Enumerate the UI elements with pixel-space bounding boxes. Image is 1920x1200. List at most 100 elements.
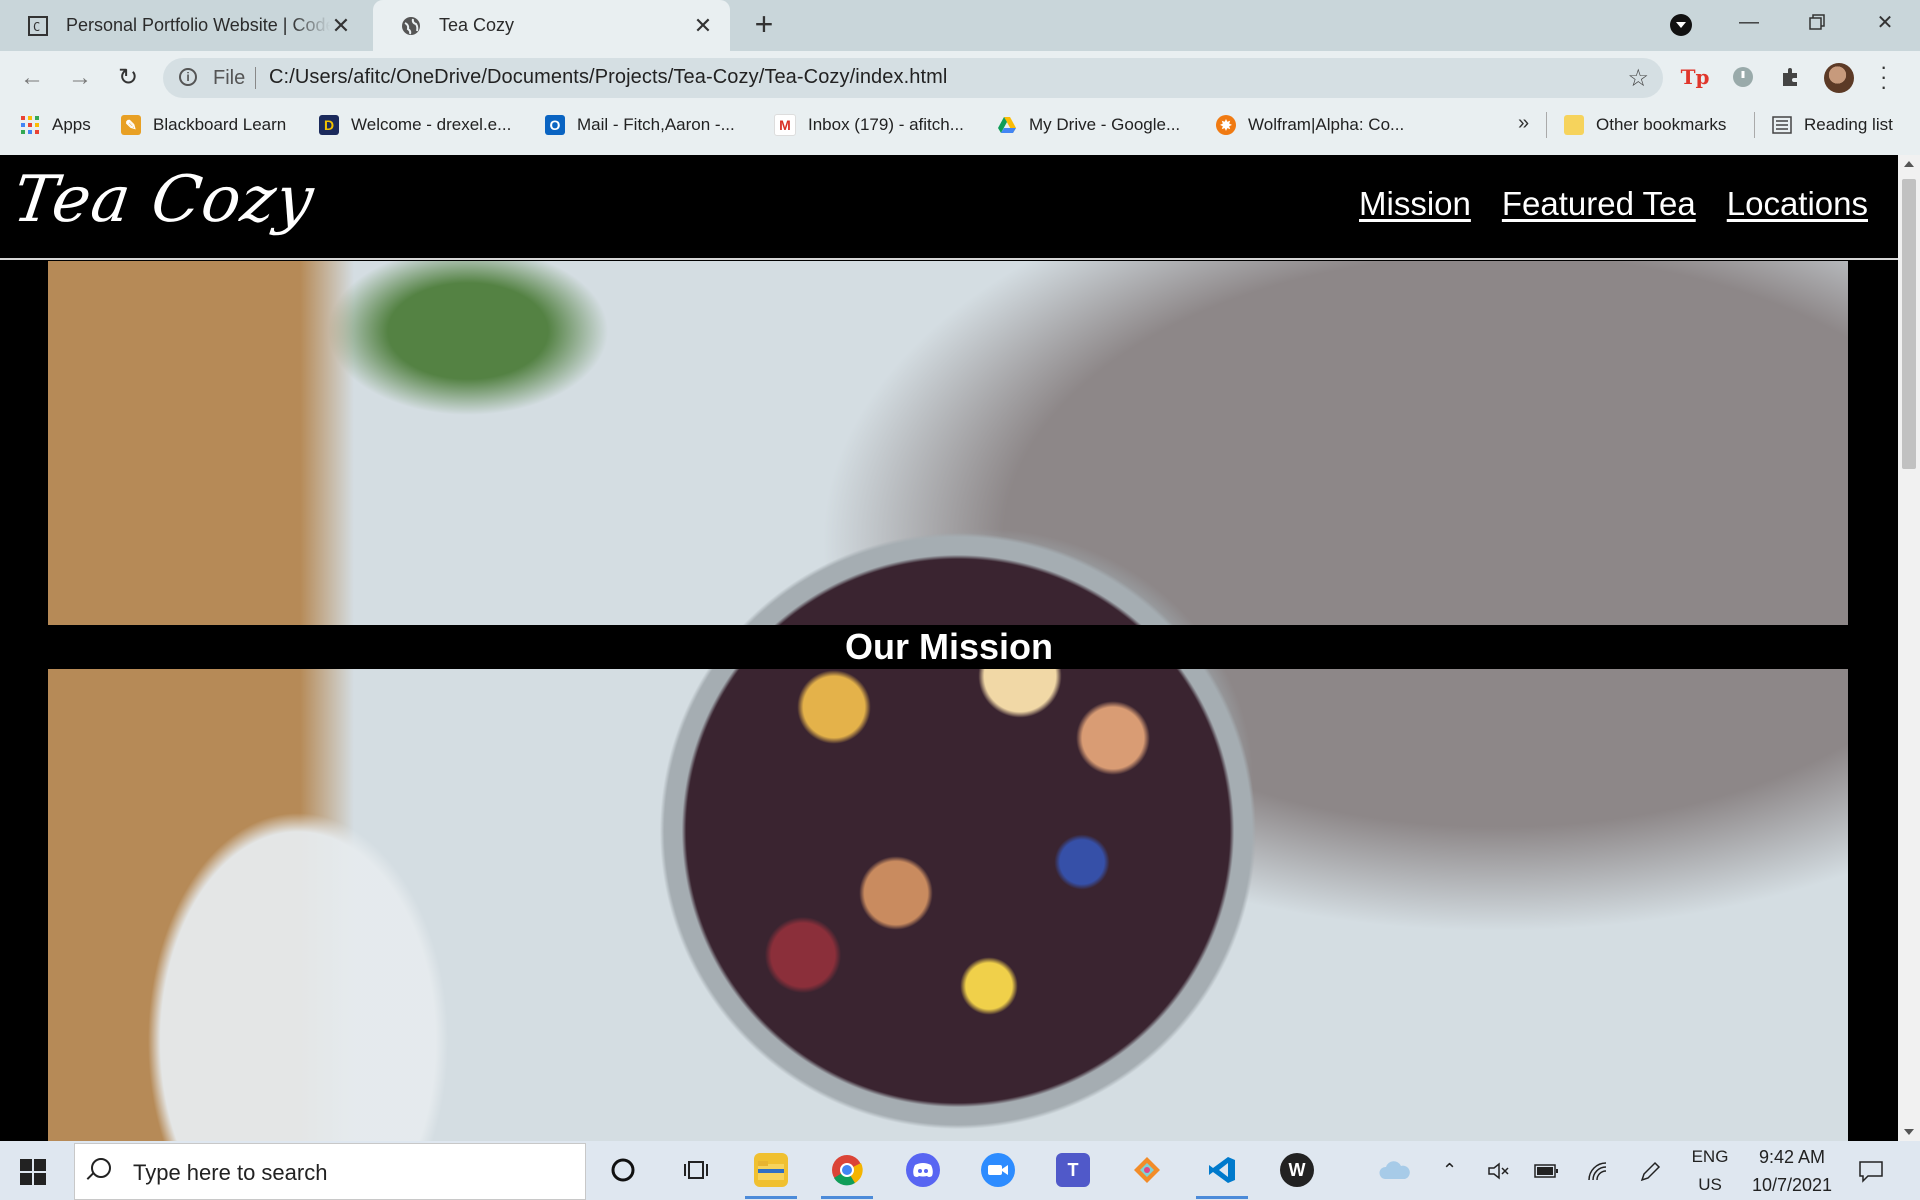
folder-icon xyxy=(1564,115,1584,135)
apps-grid-icon xyxy=(20,115,40,135)
reading-list[interactable]: Reading list xyxy=(1772,108,1893,142)
bookmark-label: Mail - Fitch,Aaron -... xyxy=(577,115,735,134)
scroll-thumb[interactable] xyxy=(1902,179,1916,469)
back-icon[interactable]: ← xyxy=(14,62,50,94)
forward-icon[interactable]: → xyxy=(62,62,98,94)
restore-icon[interactable] xyxy=(1788,0,1846,44)
file-explorer-icon[interactable] xyxy=(754,1153,788,1187)
url-text[interactable]: C:/Users/afitc/OneDrive/Documents/Projec… xyxy=(269,66,947,89)
site-header: Tea Cozy Mission Featured Tea Locations xyxy=(0,155,1898,260)
page-scrollbar[interactable] xyxy=(1898,155,1920,1141)
active-indicator xyxy=(745,1196,797,1199)
onedrive-icon[interactable] xyxy=(1378,1153,1412,1187)
pen-icon[interactable] xyxy=(1638,1141,1662,1200)
windows-start-icon[interactable] xyxy=(20,1159,46,1185)
network-icon[interactable] xyxy=(1586,1141,1610,1200)
scroll-up-icon[interactable] xyxy=(1904,161,1914,167)
search-icon xyxy=(91,1158,111,1178)
nav-link-locations[interactable]: Locations xyxy=(1727,185,1868,223)
vscode-icon[interactable] xyxy=(1205,1153,1239,1187)
tab-title: Personal Portfolio Website | Code xyxy=(66,15,330,35)
more-menu-icon[interactable]: · · · xyxy=(1880,56,1887,98)
bookmark-star-icon[interactable]: ☆ xyxy=(1627,64,1649,93)
reading-list-icon xyxy=(1772,115,1792,135)
gmail-icon: M xyxy=(774,114,796,136)
divider xyxy=(1754,112,1755,138)
globe-icon xyxy=(401,16,421,36)
divider xyxy=(255,67,256,89)
site-logo[interactable]: Tea Cozy xyxy=(9,163,319,237)
scroll-down-icon[interactable] xyxy=(1904,1129,1914,1135)
bookmarks-overflow-icon[interactable]: » xyxy=(1518,112,1529,135)
bookmark-label: My Drive - Google... xyxy=(1029,115,1181,134)
tab-portfolio[interactable]: C Personal Portfolio Website | Code ✕ xyxy=(0,0,368,51)
bookmark-wolfram[interactable]: ✸ Wolfram|Alpha: Co... xyxy=(1216,108,1404,142)
mission-heading: Our Mission xyxy=(844,626,1054,667)
bookmark-gmail[interactable]: M Inbox (179) - afitch... xyxy=(774,108,964,142)
lang-region: US xyxy=(1698,1175,1722,1194)
wolfram-icon: ✸ xyxy=(1216,115,1236,135)
notifications-icon[interactable] xyxy=(1858,1141,1884,1200)
system-clock[interactable]: 9:42 AM 10/7/2021 xyxy=(1742,1143,1842,1199)
bookmark-blackboard[interactable]: ✎ Blackboard Learn xyxy=(121,108,286,142)
info-icon[interactable]: i xyxy=(179,68,197,86)
active-indicator xyxy=(821,1196,873,1199)
show-hidden-icons-icon[interactable]: ⌃ xyxy=(1442,1141,1457,1200)
tab-search-icon[interactable] xyxy=(1670,14,1692,36)
extension-shield-icon[interactable] xyxy=(1730,64,1756,90)
bookmark-label: Apps xyxy=(52,115,91,134)
cortana-icon[interactable] xyxy=(606,1153,640,1187)
codecademy-icon: C xyxy=(28,15,48,36)
profile-avatar[interactable] xyxy=(1824,63,1854,93)
outlook-icon: O xyxy=(545,115,565,135)
extension-tp-icon[interactable]: Tp xyxy=(1681,64,1710,90)
extensions-puzzle-icon[interactable] xyxy=(1778,64,1804,90)
svg-text:C: C xyxy=(33,20,40,34)
bookmark-apps[interactable]: Apps xyxy=(20,108,91,142)
close-tab-icon[interactable]: ✕ xyxy=(692,13,714,39)
lang-code: ENG xyxy=(1691,1147,1729,1166)
bookmark-label: Welcome - drexel.e... xyxy=(351,115,512,134)
close-window-icon[interactable]: ✕ xyxy=(1856,0,1914,44)
clock-date: 10/7/2021 xyxy=(1751,1175,1833,1195)
address-bar[interactable]: i File C:/Users/afitc/OneDrive/Documents… xyxy=(163,58,1663,98)
teams-icon[interactable]: T xyxy=(1056,1153,1090,1187)
close-tab-icon[interactable]: ✕ xyxy=(330,13,352,39)
nav-link-featured-tea[interactable]: Featured Tea xyxy=(1502,185,1696,223)
active-indicator xyxy=(1196,1196,1248,1199)
bookmark-label: Wolfram|Alpha: Co... xyxy=(1248,115,1405,134)
scheme-label: File xyxy=(213,67,246,89)
hero-image xyxy=(48,261,1848,1141)
snip-sketch-icon[interactable] xyxy=(1130,1153,1164,1187)
battery-icon[interactable] xyxy=(1534,1141,1560,1200)
task-view-icon[interactable] xyxy=(680,1153,714,1187)
discord-icon[interactable] xyxy=(906,1153,940,1187)
reload-icon[interactable]: ↻ xyxy=(110,62,146,94)
bookmark-label: Blackboard Learn xyxy=(153,115,287,134)
drexel-dragon-icon: D xyxy=(319,115,339,135)
blackboard-icon: ✎ xyxy=(121,115,141,135)
tea-jar-image xyxy=(648,521,1268,1141)
bookmark-drive[interactable]: My Drive - Google... xyxy=(997,108,1180,142)
nav-link-mission[interactable]: Mission xyxy=(1359,185,1471,223)
minimize-icon[interactable]: — xyxy=(1720,0,1778,44)
clock-time: 9:42 AM xyxy=(1758,1147,1826,1167)
wolfram-app-icon[interactable]: W xyxy=(1280,1153,1314,1187)
other-bookmarks-label: Other bookmarks xyxy=(1596,115,1727,134)
search-placeholder: Type here to search xyxy=(133,1160,328,1185)
taskbar-search-input[interactable]: Type here to search xyxy=(74,1143,586,1200)
other-bookmarks[interactable]: Other bookmarks xyxy=(1564,108,1726,142)
bookmark-drexel[interactable]: D Welcome - drexel.e... xyxy=(319,108,511,142)
volume-muted-icon[interactable] xyxy=(1487,1141,1511,1200)
bookmark-mail[interactable]: O Mail - Fitch,Aaron -... xyxy=(545,108,735,142)
google-drive-icon xyxy=(997,115,1017,135)
reading-list-label: Reading list xyxy=(1804,115,1893,134)
tab-title: Tea Cozy xyxy=(439,15,515,35)
bookmark-label: Inbox (179) - afitch... xyxy=(808,115,964,134)
new-tab-button[interactable]: + xyxy=(748,8,780,42)
chrome-icon[interactable] xyxy=(830,1153,864,1187)
input-language-indicator[interactable]: ENG US xyxy=(1686,1143,1734,1199)
zoom-icon[interactable] xyxy=(981,1153,1015,1187)
tab-tea-cozy[interactable]: Tea Cozy ✕ xyxy=(373,0,730,51)
site-nav: Mission Featured Tea Locations xyxy=(1359,185,1868,223)
